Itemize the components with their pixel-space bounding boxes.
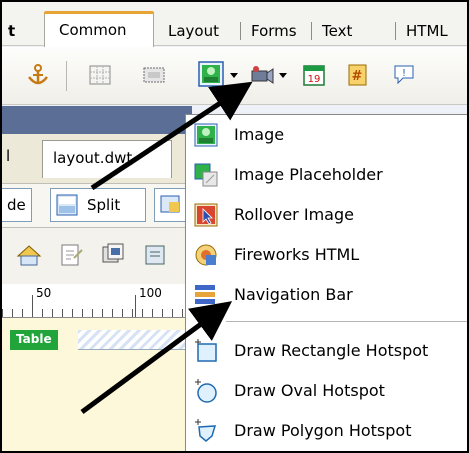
menu-item-draw-polygon-hotspot[interactable]: Draw Polygon Hotspot <box>186 411 467 451</box>
date-icon[interactable]: 19 <box>302 63 326 87</box>
menu-item-rollover-image[interactable]: Rollover Image <box>186 195 467 235</box>
server-include-icon[interactable]: # <box>346 63 370 87</box>
screenshot-frame: t Common Layout Forms Text HTML 19 # ! l… <box>0 0 469 453</box>
oval-hotspot-icon <box>195 379 217 403</box>
table-width-bar <box>78 330 192 350</box>
ruler-minor-ticks <box>2 309 192 317</box>
menu-item-label: Image Placeholder <box>234 165 383 184</box>
view-options-icon[interactable] <box>142 242 168 268</box>
menu-item-navigation-bar[interactable]: Navigation Bar <box>186 275 467 315</box>
layer-icon[interactable] <box>142 63 166 87</box>
anchor-icon[interactable] <box>26 63 50 87</box>
document-tab-partial[interactable]: l <box>6 147 10 165</box>
horizontal-ruler: 50 100 <box>2 284 192 318</box>
menu-item-fireworks-html[interactable]: Fireworks HTML <box>186 235 467 275</box>
rollover-image-icon <box>194 203 218 227</box>
menu-item-label: Fireworks HTML <box>234 245 360 264</box>
document-toolbar <box>2 228 192 284</box>
menu-item-image-placeholder[interactable]: Image Placeholder <box>186 155 467 195</box>
file-management-icon[interactable] <box>16 242 42 268</box>
menu-item-draw-oval-hotspot[interactable]: Draw Oval Hotspot <box>186 371 467 411</box>
tab-html[interactable]: HTML <box>406 16 448 46</box>
refresh-design-icon[interactable] <box>100 242 126 268</box>
images-dropdown-menu: Image Image Placeholder Rollover Image F… <box>185 114 467 451</box>
fireworks-html-icon <box>195 244 217 266</box>
menu-item-label: Draw Rectangle Hotspot <box>234 341 429 360</box>
table-tag-label[interactable]: Table <box>10 330 58 350</box>
tab-common[interactable]: Common <box>44 11 154 47</box>
code-view-button[interactable]: de <box>2 188 32 222</box>
menu-item-label: Draw Polygon Hotspot <box>234 421 412 440</box>
ruler-label-100: 100 <box>139 286 162 300</box>
insert-toolbar: 19 # ! <box>2 47 467 105</box>
insert-bar-tabs: t Common Layout Forms Text HTML <box>2 2 467 47</box>
toolbar-divider <box>66 61 67 91</box>
menu-item-draw-rectangle-hotspot[interactable]: Draw Rectangle Hotspot <box>186 331 467 371</box>
table-grid-icon[interactable] <box>88 63 112 87</box>
comment-icon[interactable]: ! <box>392 63 416 87</box>
rectangle-hotspot-icon <box>195 339 217 362</box>
menu-item-label: Draw Oval Hotspot <box>234 381 385 400</box>
svg-text:#: # <box>352 69 363 84</box>
tab-divider <box>311 22 312 40</box>
dropdown-arrow-icon[interactable] <box>228 67 240 83</box>
tab-divider <box>395 22 396 40</box>
tab-divider <box>240 22 241 40</box>
document-tab-layout[interactable]: layout.dwt <box>42 140 172 178</box>
split-view-label: Split <box>87 196 121 214</box>
dropdown-arrow-icon[interactable] <box>278 71 288 81</box>
media-icon[interactable] <box>250 63 274 87</box>
navigation-bar-icon <box>195 285 215 304</box>
menu-item-image[interactable]: Image <box>186 115 467 155</box>
tab-forms[interactable]: Forms <box>251 16 297 46</box>
svg-text:!: ! <box>402 68 406 79</box>
svg-text:19: 19 <box>308 74 321 85</box>
menu-item-label: Navigation Bar <box>234 285 353 304</box>
menu-item-label: Rollover Image <box>234 205 354 224</box>
design-view-icon <box>160 195 180 213</box>
menu-separator <box>226 321 467 322</box>
panel-header-band <box>2 106 192 134</box>
tab-partial[interactable]: t <box>8 16 15 46</box>
image-icon[interactable] <box>198 61 224 89</box>
preview-icon[interactable] <box>58 242 84 268</box>
polygon-hotspot-icon <box>195 419 217 442</box>
menu-item-label: Image <box>234 125 285 144</box>
image-icon <box>194 123 218 147</box>
tab-text[interactable]: Text <box>322 16 352 46</box>
image-placeholder-icon <box>194 163 218 187</box>
tab-layout[interactable]: Layout <box>168 16 219 46</box>
split-view-icon <box>56 194 78 216</box>
ruler-label-50: 50 <box>36 286 52 300</box>
